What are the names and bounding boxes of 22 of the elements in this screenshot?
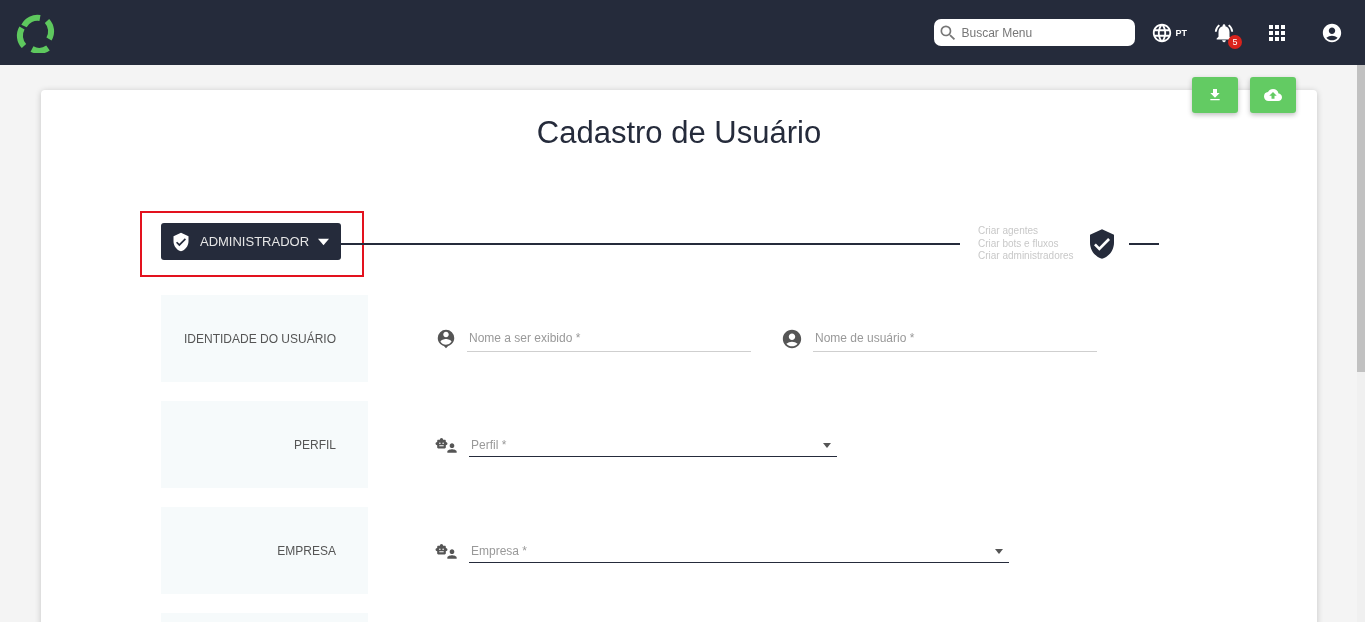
robot-person-icon xyxy=(435,543,459,561)
language-button[interactable]: PT xyxy=(1151,21,1187,44)
search-field[interactable]: Buscar Menu xyxy=(934,19,1136,46)
bell-icon[interactable] xyxy=(1213,21,1235,44)
contact-card-icon xyxy=(435,328,457,350)
logo-icon xyxy=(16,12,56,53)
caret-icon xyxy=(823,442,831,448)
cloud-upload-icon xyxy=(1264,86,1282,104)
download-icon xyxy=(1207,87,1223,103)
caret-icon xyxy=(318,237,329,246)
scrollbar[interactable] xyxy=(1357,65,1365,622)
robot-person-icon xyxy=(435,437,459,455)
section-label: IDENTIDADE DO USUÁRIO xyxy=(184,331,336,346)
caret-icon xyxy=(995,548,1003,554)
page-title: Cadastro de Usuário xyxy=(535,115,823,151)
role-dropdown[interactable]: ADMINISTRADOR xyxy=(161,223,341,260)
account-icon xyxy=(781,328,803,350)
account-icon[interactable] xyxy=(1321,21,1343,44)
section-label: EMPRESA xyxy=(277,543,336,558)
notification-count: 5 xyxy=(1228,34,1242,49)
section-label: PERFIL xyxy=(294,437,336,452)
shield-check-icon xyxy=(171,231,191,252)
